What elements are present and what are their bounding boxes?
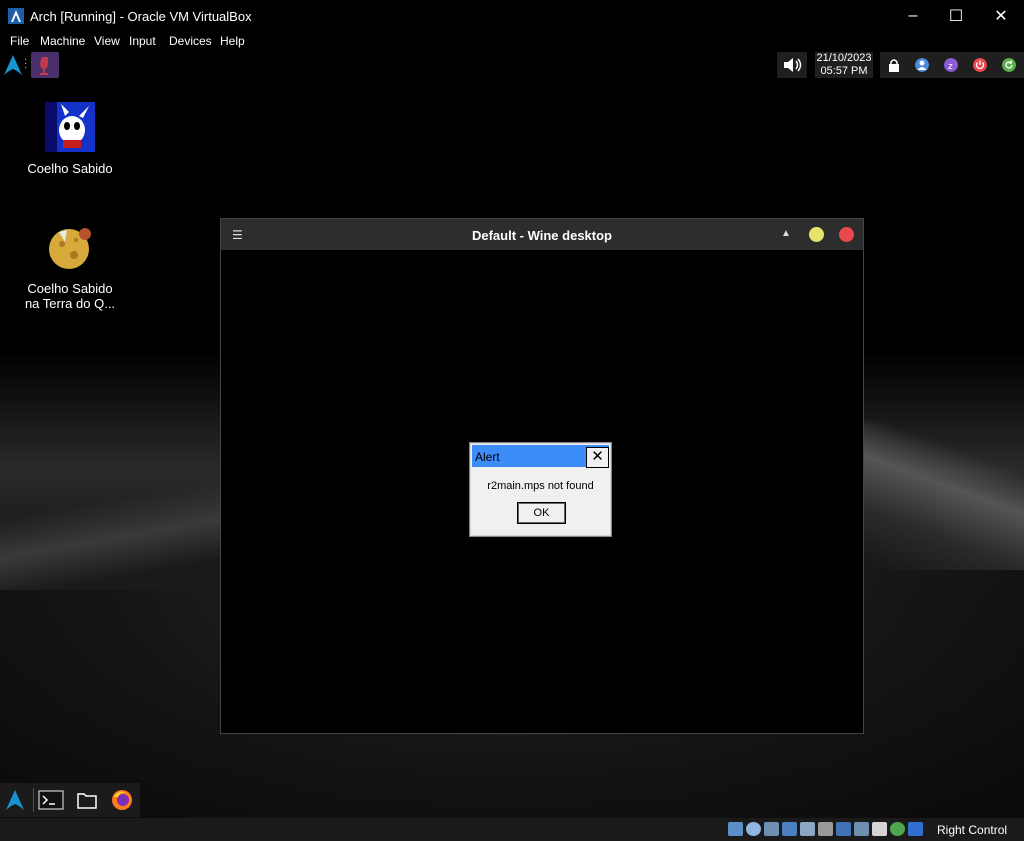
menu-input[interactable]: Input xyxy=(129,34,156,48)
virtualbox-arch-icon xyxy=(8,8,24,24)
cpu-virtualization-icon[interactable] xyxy=(872,822,887,836)
clock[interactable]: 21/10/2023 05:57 PM xyxy=(815,52,873,78)
wine-window-title: Default - Wine desktop xyxy=(471,228,612,243)
wine-window-title-bar[interactable]: ☰ Default - Wine desktop ▲ xyxy=(221,219,863,250)
audio-icon[interactable] xyxy=(764,822,779,836)
wine-close-button[interactable] xyxy=(839,227,854,242)
alert-title-bar[interactable]: Alert ✕ xyxy=(472,445,609,468)
display-icon[interactable] xyxy=(836,822,851,836)
guest-desktop: · · · 21/10/2023 05:57 PM z Coelho Sabid… xyxy=(0,50,1024,818)
menu-file[interactable]: File xyxy=(10,34,29,48)
alert-dialog: Alert ✕ r2main.mps not found OK xyxy=(469,442,612,537)
optical-drive-icon[interactable] xyxy=(746,822,761,836)
taskbar-separator xyxy=(33,788,34,812)
panel-handle-icon: · · · xyxy=(24,54,28,73)
hard-disk-icon[interactable] xyxy=(728,822,743,836)
guest-taskbar xyxy=(0,783,140,817)
restart-icon[interactable] xyxy=(1002,58,1016,72)
wine-minimize-button[interactable] xyxy=(809,227,824,242)
power-icon[interactable] xyxy=(973,58,987,72)
menu-help[interactable]: Help xyxy=(220,34,245,48)
shade-up-icon[interactable]: ▲ xyxy=(781,228,791,239)
lock-icon[interactable] xyxy=(887,58,901,72)
close-button[interactable]: ✕ xyxy=(978,0,1024,32)
switch-user-icon[interactable]: z xyxy=(944,58,958,72)
firefox-icon[interactable] xyxy=(109,787,135,813)
terminal-icon[interactable] xyxy=(38,787,64,813)
usb-icon[interactable] xyxy=(800,822,815,836)
alert-title: Alert xyxy=(475,450,500,464)
svg-text:z: z xyxy=(948,62,953,72)
rabbit-app-icon xyxy=(45,102,95,152)
volume-icon[interactable] xyxy=(777,52,807,78)
guest-top-panel: · · · 21/10/2023 05:57 PM z xyxy=(0,50,1024,80)
desktop-icon-coelho-sabido[interactable]: Coelho Sabido xyxy=(20,102,120,176)
wallpaper-mountain-right xyxy=(860,420,1024,570)
desktop-icon-label: Coelho Sabido xyxy=(27,161,113,176)
host-status-bar: Right Control xyxy=(0,818,1024,841)
maximize-button[interactable]: ☐ xyxy=(933,0,979,32)
host-window-title: Arch [Running] - Oracle VM VirtualBox xyxy=(30,9,252,24)
host-key-label: Right Control xyxy=(937,823,1008,837)
menu-machine[interactable]: Machine xyxy=(40,34,85,48)
menu-devices[interactable]: Devices xyxy=(169,34,212,48)
file-manager-icon[interactable] xyxy=(74,787,100,813)
session-tray: z xyxy=(880,52,1024,78)
host-title-bar: Arch [Running] - Oracle VM VirtualBox – … xyxy=(0,0,1024,32)
host-key-icon[interactable] xyxy=(908,822,923,836)
clock-time: 05:57 PM xyxy=(820,65,868,77)
recording-icon[interactable] xyxy=(854,822,869,836)
arch-menu-icon[interactable] xyxy=(2,787,28,813)
host-menu-bar: File Machine View Input Devices Help xyxy=(0,32,1024,50)
clock-date: 21/10/2023 xyxy=(816,52,872,64)
minimize-button[interactable]: – xyxy=(890,0,936,32)
desktop-icon-coelho-sabido-queijo[interactable]: Coelho Sabido na Terra do Q... xyxy=(20,222,120,311)
wine-launcher-icon[interactable] xyxy=(31,52,59,78)
guest-additions-icon[interactable] xyxy=(890,822,905,836)
device-status-icons xyxy=(728,822,923,836)
alert-close-button[interactable]: ✕ xyxy=(586,447,609,468)
menu-view[interactable]: View xyxy=(94,34,120,48)
network-icon[interactable] xyxy=(782,822,797,836)
shared-folders-icon[interactable] xyxy=(818,822,833,836)
desktop-icon-label: Coelho Sabido na Terra do Q... xyxy=(24,281,116,311)
wallpaper-mountain-left xyxy=(0,470,230,590)
arch-logo-icon[interactable] xyxy=(3,54,23,76)
user-icon[interactable] xyxy=(915,58,929,72)
rabbit-cheese-app-icon xyxy=(49,228,91,269)
alert-message: r2main.mps not found xyxy=(487,480,594,492)
ok-button[interactable]: OK xyxy=(517,502,566,524)
